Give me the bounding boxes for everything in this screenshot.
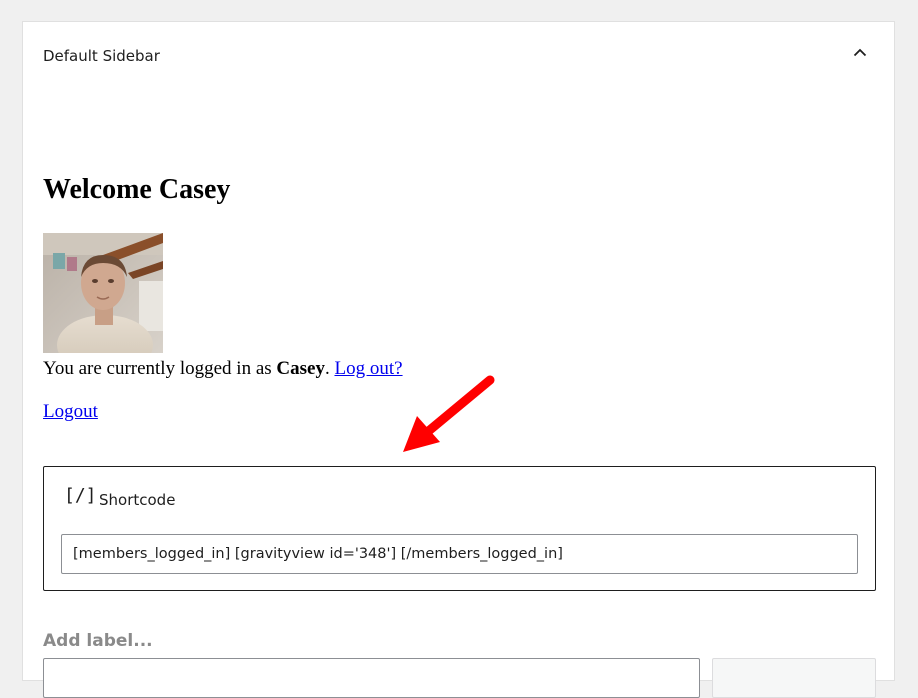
log-out-question-link[interactable]: Log out? bbox=[334, 358, 402, 379]
logged-in-status: You are currently logged in as Casey. Lo… bbox=[43, 358, 403, 380]
logged-in-prefix: You are currently logged in as bbox=[43, 358, 277, 379]
logout-link[interactable]: Logout bbox=[43, 401, 98, 423]
logged-in-period: . bbox=[324, 358, 330, 379]
add-label-placeholder[interactable]: Add label... bbox=[43, 631, 153, 651]
default-sidebar-panel: Default Sidebar Welcome Casey You are cu… bbox=[22, 21, 895, 698]
label-button[interactable] bbox=[712, 658, 876, 698]
chevron-up-icon[interactable] bbox=[848, 41, 872, 65]
avatar bbox=[43, 233, 163, 353]
label-input[interactable] bbox=[43, 658, 700, 698]
shortcode-icon: [/] bbox=[64, 485, 97, 506]
welcome-heading: Welcome Casey bbox=[43, 174, 231, 205]
shortcode-block[interactable]: [/] Shortcode bbox=[43, 466, 876, 591]
shortcode-input[interactable] bbox=[61, 534, 858, 574]
shortcode-title: Shortcode bbox=[99, 491, 176, 509]
panel-title: Default Sidebar bbox=[43, 47, 160, 65]
logged-in-username: Casey bbox=[276, 358, 325, 379]
red-arrow-icon bbox=[403, 375, 495, 452]
avatar-photo bbox=[43, 233, 163, 353]
